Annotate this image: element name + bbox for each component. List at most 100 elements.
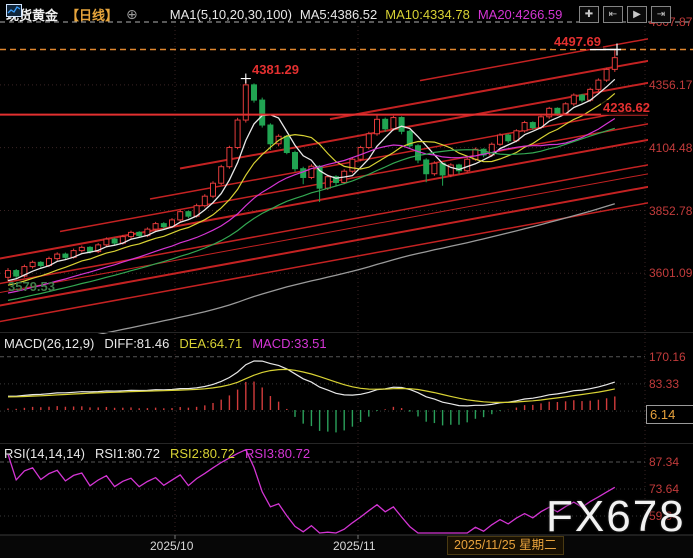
- candle-body: [522, 123, 527, 131]
- candle-body: [465, 159, 470, 170]
- candle-body: [30, 262, 35, 266]
- candle-body: [580, 95, 585, 100]
- candle-body: [6, 271, 11, 278]
- candle-body: [55, 254, 60, 258]
- price-axis-label: 3601.09: [649, 266, 693, 280]
- expand-icon[interactable]: ⊕: [126, 6, 138, 23]
- candle-body: [375, 119, 380, 133]
- candle-body: [219, 167, 224, 183]
- macd-params-label: MACD(26,12,9): [4, 336, 94, 351]
- candle-body: [391, 118, 396, 129]
- candle-body: [38, 262, 43, 265]
- candle-body: [88, 247, 93, 251]
- candle-body: [317, 166, 322, 188]
- macd-diff-line: [8, 361, 615, 406]
- candle-body: [293, 153, 298, 169]
- candle-body: [104, 239, 109, 245]
- macd-axis-label: 83.33: [649, 377, 693, 391]
- crosshair-tool-icon[interactable]: ✚: [579, 6, 599, 23]
- candle-body: [63, 254, 68, 257]
- candle-body: [571, 95, 576, 104]
- gold-daily-chart-app: 现货黄金 【日线】 ⊕ MA1(5,10,20,30,100) MA5:4386…: [0, 0, 693, 558]
- candle-body: [473, 149, 478, 159]
- macd-panel-graphics: [8, 361, 615, 432]
- compress-left-icon[interactable]: ⇤: [603, 6, 623, 23]
- candle-body: [14, 271, 19, 276]
- candle-body: [604, 69, 609, 80]
- range-low-label: 3579.53: [8, 279, 55, 294]
- candle-body: [186, 212, 191, 216]
- candle-body: [506, 135, 511, 141]
- macd-current-value-box: 6.14: [646, 405, 693, 424]
- candle-body: [530, 123, 535, 128]
- trendline: [60, 123, 652, 231]
- candle-body: [416, 146, 421, 160]
- macd-panel-header: MACD(26,12,9) DIFF:81.46 DEA:64.71 MACD:…: [4, 336, 327, 351]
- support-price-label: 4236.62: [601, 100, 652, 115]
- candle-body: [424, 160, 429, 174]
- ma5-line: [8, 79, 615, 280]
- candle-body: [211, 183, 216, 196]
- main-panel-graphics: [0, 38, 652, 352]
- trendline: [0, 202, 652, 324]
- candle-body: [153, 224, 158, 229]
- macd-axis-label: 170.16: [649, 350, 693, 364]
- rsi2-value: RSI2:80.72: [170, 446, 235, 461]
- candle-body: [358, 148, 363, 160]
- macd-dea-value: DEA:64.71: [179, 336, 242, 351]
- candle-body: [137, 232, 142, 235]
- rsi1-value: RSI1:80.72: [95, 446, 160, 461]
- price-axis-label: 4356.17: [649, 78, 693, 92]
- ma-params-label: MA1(5,10,20,30,100): [170, 7, 292, 22]
- candle-body: [596, 80, 601, 89]
- macd-hist-value: MACD:33.51: [252, 336, 326, 351]
- high-alert-label: 4497.69: [552, 34, 603, 49]
- rsi-axis-label: 87.34: [649, 455, 693, 469]
- shift-right-icon[interactable]: ⇥: [651, 6, 671, 23]
- candle-body: [301, 169, 306, 178]
- ma10-value: MA10:4334.78: [385, 7, 470, 22]
- candle-body: [366, 134, 371, 148]
- chart-toolbar: ✚ ⇤ ▶ ⇥: [579, 6, 671, 23]
- candle-body: [325, 177, 330, 188]
- candle-body: [399, 118, 404, 132]
- candle-body: [112, 239, 117, 243]
- date-axis-label: 2025/11: [333, 539, 376, 553]
- peak-price-label: 4381.29: [250, 62, 301, 77]
- price-axis-label: 4104.48: [649, 141, 693, 155]
- candle-body: [260, 100, 265, 125]
- candle-body: [202, 196, 207, 205]
- rsi-params-label: RSI(14,14,14): [4, 446, 85, 461]
- candle-body: [432, 163, 437, 173]
- candle-body: [555, 108, 560, 113]
- trendline: [0, 173, 652, 295]
- candle-body: [252, 85, 257, 100]
- candle-body: [284, 136, 289, 152]
- ma20-value: MA20:4266.59: [478, 7, 563, 22]
- date-axis-label: 2025/10: [150, 539, 193, 553]
- candle-body: [161, 224, 166, 227]
- trendline: [0, 139, 652, 261]
- ma5-value: MA5:4386.52: [300, 7, 377, 22]
- macd-diff-value: DIFF:81.46: [104, 336, 169, 351]
- candle-body: [498, 135, 503, 144]
- candle-body: [235, 120, 240, 147]
- header-bar: 现货黄金 【日线】 ⊕ MA1(5,10,20,30,100) MA5:4386…: [6, 4, 562, 24]
- candle-body: [350, 159, 355, 171]
- macd-dea-line: [8, 369, 615, 402]
- candle-body: [79, 247, 84, 250]
- chart-type-icon[interactable]: [146, 8, 162, 21]
- candle-body: [612, 58, 617, 70]
- fx678-watermark: FX678: [546, 492, 686, 542]
- price-axis-label: 3852.78: [649, 204, 693, 218]
- candle-body: [268, 125, 273, 144]
- candle-body: [227, 148, 232, 167]
- candle-body: [129, 232, 134, 236]
- candle-body: [383, 119, 388, 128]
- play-icon[interactable]: ▶: [627, 6, 647, 23]
- rsi3-value: RSI3:80.72: [245, 446, 310, 461]
- chart-canvas[interactable]: [0, 0, 693, 558]
- rsi-panel-header: RSI(14,14,14) RSI1:80.72 RSI2:80.72 RSI3…: [4, 446, 310, 461]
- candle-body: [178, 212, 183, 220]
- period-label[interactable]: 【日线】: [66, 5, 118, 24]
